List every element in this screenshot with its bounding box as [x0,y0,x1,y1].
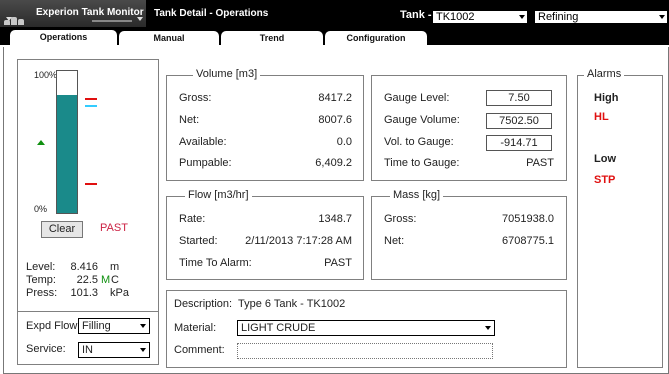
service-select[interactable]: IN [78,342,150,358]
level-panel: 100% 0% Clear PAST Level: 8.416 m Temp: … [17,59,159,314]
gauge-volume-label: Gauge Volume: [384,114,460,126]
time-to-gauge-value: PAST [526,157,554,169]
volume-net-label: Net: [179,114,200,126]
press-unit: kPa [110,287,129,299]
tank-select[interactable]: TK1002 [432,10,528,24]
chevron-down-icon[interactable] [483,322,493,334]
tank-select-value: TK1002 [436,11,475,23]
flow-up-arrow-icon [37,140,45,145]
expd-flow-label: Expd Flow [26,320,78,332]
mass-net-label: Net: [384,235,405,247]
description-value: Type 6 Tank - TK1002 [238,298,346,310]
chevron-down-icon [6,17,12,21]
tab-manual[interactable]: Manual [119,31,219,45]
alarms-group: Alarms High HL Low STP [577,68,663,368]
high-alarm-marker [85,98,97,100]
expd-flow-select[interactable]: Filling [78,318,150,334]
low-alarm-value: STP [594,174,616,186]
level-status: PAST [100,222,128,234]
tab-operations[interactable]: Operations [10,30,117,47]
high-alarm-label: High [594,92,619,104]
flow-started-label: Started: [179,235,218,247]
press-label: Press: [26,287,58,299]
flow-title: Flow [m3/hr] [185,189,252,201]
chevron-down-icon[interactable] [138,344,148,356]
gauge-volume-field[interactable]: 7502.50 [486,113,552,129]
tab-trend[interactable]: Trend [221,31,323,45]
volume-pumpable-value: 6,409.2 [315,157,352,169]
mass-net-value: 6708775.1 [502,235,554,247]
press-value: 101.3 [70,287,98,299]
tank-label: Tank - [400,9,432,21]
temp-unit: C [111,274,119,286]
volume-gross-value: 8417.2 [318,92,352,104]
level-value: 8.416 [70,261,98,273]
time-to-gauge-label: Time to Gauge: [384,157,460,169]
temp-manual-flag: M [101,274,111,286]
volume-available-value: 0.0 [336,136,352,148]
alarms-title: Alarms [584,68,625,80]
service-label: Service: [26,343,66,355]
tank-level-bar [56,70,78,214]
service-value: IN [82,344,93,356]
description-group: Description: Type 6 Tank - TK1002 Materi… [166,290,567,368]
page-title: Tank Detail - Operations [154,8,269,19]
clear-button[interactable]: Clear [41,221,83,238]
comment-label: Comment: [174,344,225,356]
vol-to-gauge-field[interactable]: -914.71 [486,135,552,151]
volume-net-value: 8007.6 [318,114,352,126]
chevron-down-icon[interactable] [656,11,667,23]
volume-group: Volume [m3] Gross: 8417.2 Net: 8007.6 Av… [166,68,364,181]
high-alarm-value: HL [594,111,609,123]
mass-gross-value: 7051938.0 [502,213,554,225]
material-label: Material: [174,322,217,334]
tab-configuration[interactable]: Configuration [325,31,427,45]
chevron-down-icon[interactable] [138,320,148,332]
vol-to-gauge-label: Vol. to Gauge: [384,136,454,148]
material-value: LIGHT CRUDE [241,322,316,334]
level-label: Level: [26,261,56,273]
expd-flow-value: Filling [82,320,111,332]
volume-title: Volume [m3] [193,68,261,80]
volume-pumpable-label: Pumpable: [179,157,232,169]
material-select[interactable]: LIGHT CRUDE [237,320,495,336]
time-to-alarm-value: PAST [324,257,352,269]
gauge-group: Gauge Level: 7.50 Gauge Volume: 7502.50 … [371,75,567,181]
temp-value: 22.5 [76,274,98,286]
comment-field[interactable] [237,343,493,359]
mass-title: Mass [kg] [390,189,444,201]
flow-started-value: 2/11/2013 7:17:28 AM [245,235,352,247]
low-alarm-label: Low [594,153,616,165]
app-menu[interactable]: Experion Tank Monitor [0,0,146,27]
gauge-marker [85,105,97,107]
temp-label: Temp: [26,274,56,286]
app-title: Experion Tank Monitor [36,7,144,18]
low-alarm-marker [85,183,97,185]
scale-top-label: 100% [34,70,58,80]
flow-service-panel: Expd Flow Filling Service: IN [17,311,159,365]
scale-bottom-label: 0% [34,204,48,214]
gauge-level-label: Gauge Level: [384,92,450,104]
mass-group: Mass [kg] Gross: 7051938.0 Net: 6708775.… [371,189,567,280]
mass-gross-label: Gross: [384,213,417,225]
description-label: Description: [174,298,233,310]
flow-rate-label: Rate: [179,213,206,225]
tank-level-fill [57,95,77,213]
time-to-alarm-label: Time To Alarm: [179,257,252,269]
chevron-down-icon[interactable] [516,11,527,23]
flow-group: Flow [m3/hr] Rate: 1348.7 Started: 2/11/… [166,189,364,280]
flow-rate-value: 1348.7 [318,213,352,225]
volume-available-label: Available: [179,136,227,148]
group-select[interactable]: Refining [534,10,668,24]
gauge-level-field[interactable]: 7.50 [486,90,552,106]
group-select-value: Refining [538,11,579,23]
volume-gross-label: Gross: [179,92,212,104]
level-unit: m [110,261,120,273]
